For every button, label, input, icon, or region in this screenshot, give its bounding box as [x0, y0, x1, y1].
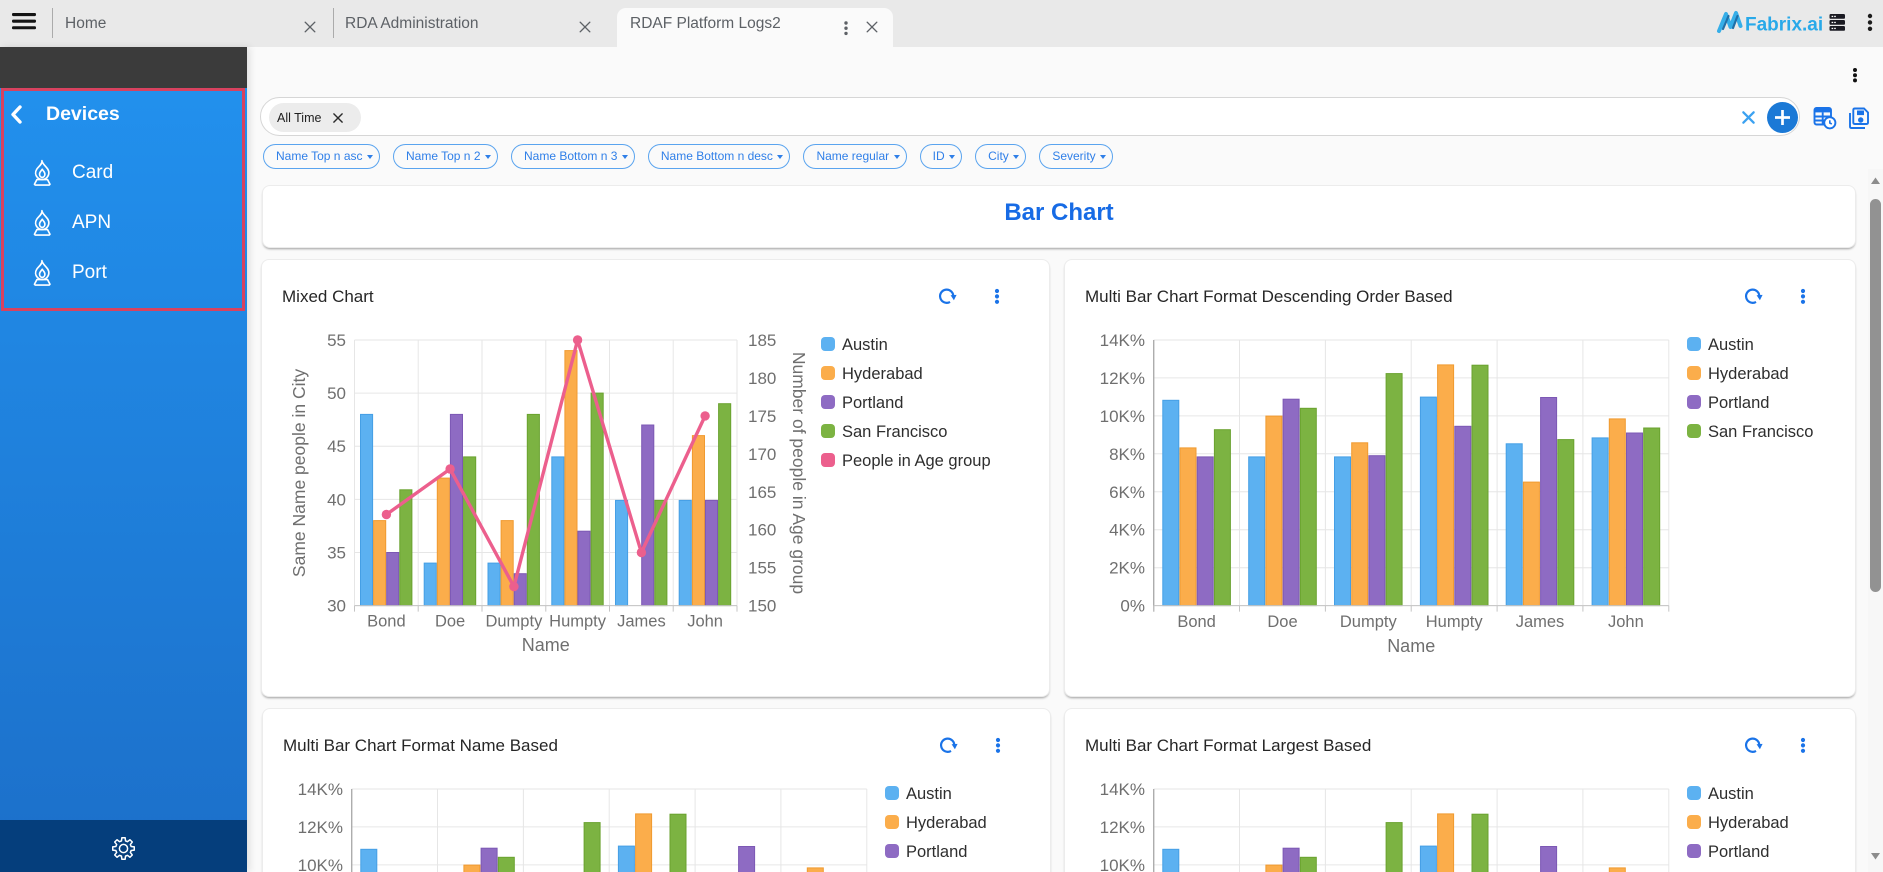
svg-text:10K%: 10K% [298, 856, 343, 872]
svg-text:Dumpty: Dumpty [1340, 613, 1398, 631]
svg-text:Austin: Austin [1708, 785, 1754, 803]
svg-text:35: 35 [327, 544, 346, 563]
svg-text:Hyderabad: Hyderabad [1708, 365, 1789, 383]
svg-text:Portland: Portland [1708, 394, 1769, 412]
svg-text:Hyderabad: Hyderabad [906, 814, 987, 832]
svg-text:6K%: 6K% [1109, 483, 1145, 502]
svg-text:2K%: 2K% [1109, 559, 1145, 578]
svg-text:Name: Name [1387, 636, 1435, 656]
svg-text:12K%: 12K% [298, 818, 343, 837]
svg-text:12K%: 12K% [1100, 369, 1145, 388]
svg-text:4K%: 4K% [1109, 521, 1145, 540]
svg-text:Austin: Austin [906, 785, 952, 803]
svg-text:10K%: 10K% [1100, 856, 1145, 872]
svg-text:Name: Name [522, 635, 570, 655]
svg-text:30: 30 [327, 597, 346, 616]
svg-text:Dumpty: Dumpty [485, 613, 543, 631]
svg-text:50: 50 [327, 384, 346, 403]
svg-text:155: 155 [748, 559, 776, 578]
svg-text:Humpty: Humpty [1426, 613, 1484, 631]
svg-text:Hyderabad: Hyderabad [842, 365, 923, 383]
svg-text:160: 160 [748, 521, 776, 540]
svg-text:San Francisco: San Francisco [1708, 423, 1813, 441]
svg-text:55: 55 [327, 331, 346, 350]
svg-text:12K%: 12K% [1100, 818, 1145, 837]
svg-text:Austin: Austin [842, 336, 888, 354]
svg-text:Portland: Portland [906, 843, 967, 861]
svg-text:Bond: Bond [1177, 613, 1216, 631]
svg-text:10K%: 10K% [1100, 407, 1145, 426]
svg-text:175: 175 [748, 407, 776, 426]
svg-text:14K%: 14K% [1100, 780, 1145, 799]
svg-text:San Francisco: San Francisco [842, 423, 947, 441]
svg-text:Portland: Portland [842, 394, 903, 412]
svg-text:165: 165 [748, 483, 776, 502]
svg-text:Doe: Doe [435, 613, 465, 631]
svg-text:Fabrix.ai: Fabrix.ai [1745, 15, 1823, 36]
svg-text:Portland: Portland [1708, 843, 1769, 861]
svg-text:40: 40 [327, 490, 346, 509]
svg-text:185: 185 [748, 331, 776, 350]
svg-text:170: 170 [748, 445, 776, 464]
svg-text:Doe: Doe [1267, 613, 1297, 631]
svg-text:Number of people in Age group: Number of people in Age group [789, 352, 809, 594]
svg-text:Humpty: Humpty [549, 613, 607, 631]
svg-text:Hyderabad: Hyderabad [1708, 814, 1789, 832]
svg-text:John: John [687, 613, 723, 631]
svg-text:Austin: Austin [1708, 336, 1754, 354]
svg-text:Same Name people in City: Same Name people in City [289, 369, 309, 577]
svg-text:8K%: 8K% [1109, 445, 1145, 464]
svg-text:0%: 0% [1120, 597, 1145, 616]
svg-text:14K%: 14K% [298, 780, 343, 799]
svg-text:Bond: Bond [367, 613, 406, 631]
svg-text:14K%: 14K% [1100, 331, 1145, 350]
svg-text:People in Age group: People in Age group [842, 452, 991, 470]
svg-text:45: 45 [327, 437, 346, 456]
svg-text:180: 180 [748, 369, 776, 388]
svg-text:John: John [1608, 613, 1644, 631]
svg-text:James: James [1516, 613, 1565, 631]
svg-text:150: 150 [748, 597, 776, 616]
svg-text:James: James [617, 613, 666, 631]
